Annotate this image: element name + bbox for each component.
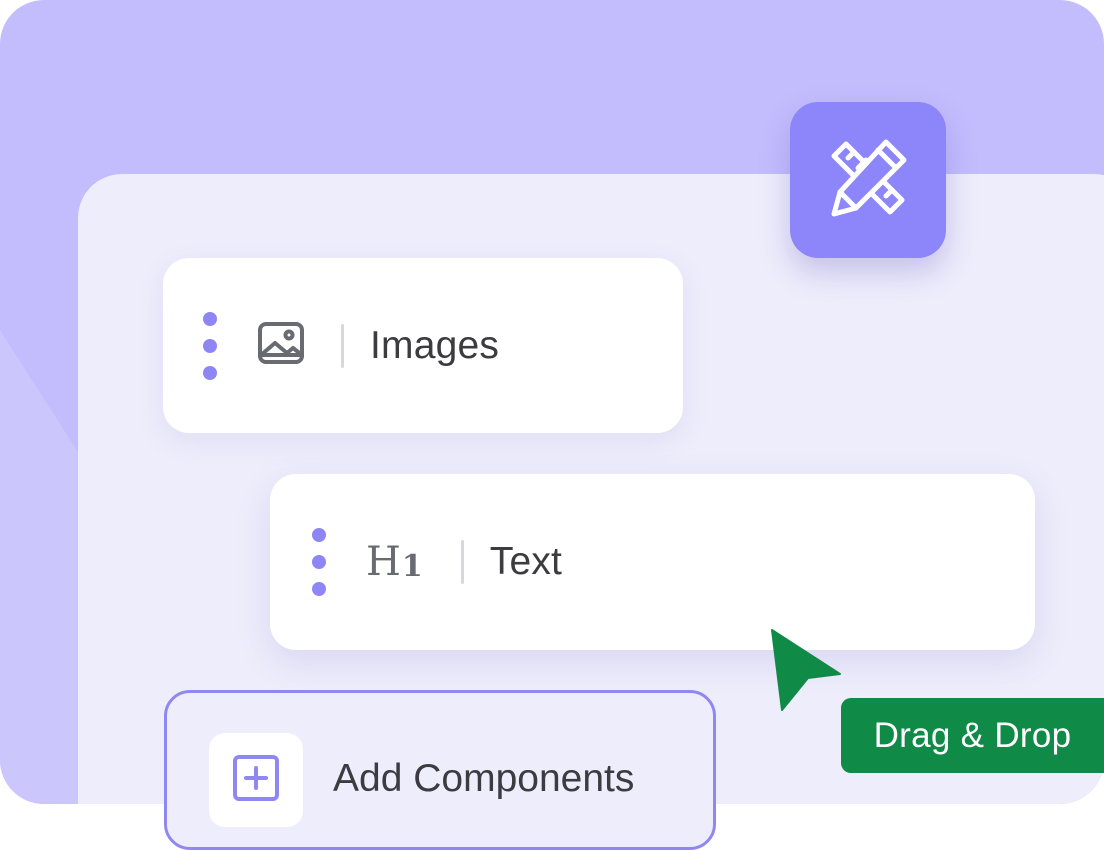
component-label: Images <box>370 323 500 367</box>
plus-square-icon <box>232 754 280 807</box>
heading-h1-icon: H1 <box>366 539 423 585</box>
drag-drop-badge: Drag & Drop <box>841 698 1104 773</box>
design-tool-badge[interactable] <box>790 102 946 258</box>
component-card-images[interactable]: Images <box>163 258 683 433</box>
drag-handle[interactable] <box>203 311 217 380</box>
component-card-text[interactable]: H1 Text <box>270 474 1035 650</box>
drag-drop-label: Drag & Drop <box>873 715 1072 755</box>
image-icon <box>257 321 305 370</box>
cursor-arrow-icon <box>770 628 842 717</box>
drag-handle[interactable] <box>312 528 326 596</box>
pencil-ruler-icon <box>826 136 910 225</box>
add-components-label: Add Components <box>333 757 635 800</box>
divider <box>460 540 464 584</box>
component-label: Text <box>489 540 563 583</box>
add-icon-container <box>209 733 303 827</box>
divider <box>341 323 344 368</box>
add-components-button[interactable]: Add Components <box>164 690 716 850</box>
